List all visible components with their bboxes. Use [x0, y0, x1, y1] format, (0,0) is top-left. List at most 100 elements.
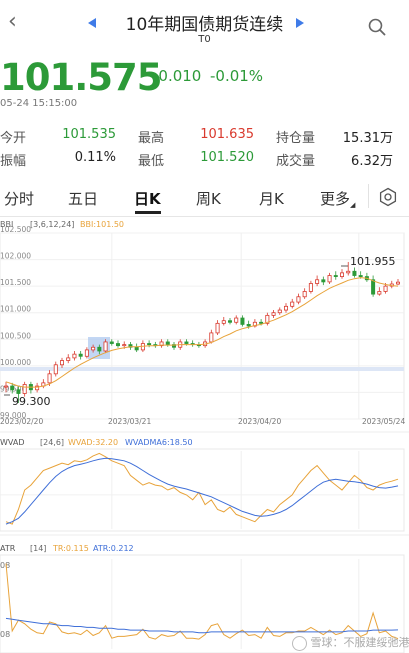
- candle-body: [97, 346, 102, 352]
- y-tick-label: 101.000: [0, 305, 31, 314]
- active-tab-indicator: [135, 211, 161, 214]
- watermark-text: 雪球：不服建绥弛港股: [310, 636, 409, 649]
- chart-settings-icon[interactable]: [378, 187, 398, 207]
- candle-body: [4, 385, 9, 388]
- wvad-value: WVAD:32.20: [68, 438, 118, 447]
- candle-body: [352, 270, 357, 276]
- stat-label-amplitude: 振幅: [0, 154, 27, 169]
- candle-body: [147, 343, 152, 345]
- candle-body: [308, 283, 313, 292]
- candle-body: [259, 321, 264, 324]
- candle-body: [60, 360, 65, 366]
- stat-label-volume: 成交量: [276, 154, 316, 169]
- stat-value-open-interest: 15.31万: [342, 131, 393, 146]
- search-icon[interactable]: [368, 18, 386, 36]
- candle-body: [122, 344, 127, 347]
- atr-name: ATR: [0, 544, 16, 553]
- candle-body: [321, 279, 326, 283]
- candle-body: [22, 384, 27, 394]
- candle-body: [116, 343, 121, 347]
- candle-body: [339, 272, 344, 277]
- y-tick-label: 102.000: [0, 252, 31, 261]
- caret-down-icon: ◢: [350, 201, 356, 209]
- candle-body: [315, 279, 320, 284]
- tr-line: [5, 563, 399, 640]
- xueqiu-logo-icon: [292, 635, 307, 651]
- highlight-band: [0, 367, 404, 371]
- x-tick-label: 2023/02/20: [0, 417, 43, 426]
- candle-body: [271, 312, 276, 316]
- main-indicator-params: [3,6,12,24]: [30, 220, 74, 229]
- atr-value: ATR:0.212: [93, 544, 134, 553]
- candlesticks: [4, 261, 400, 404]
- candle-body: [227, 320, 232, 323]
- stat-value-open: 101.535: [62, 127, 116, 142]
- x-tick-label: 2023/05/24: [362, 417, 405, 426]
- watermark: 雪球：不服建绥弛港股: [292, 634, 409, 651]
- bbi-value: BBI:101.50: [80, 220, 124, 229]
- tab-five-day[interactable]: 五日: [68, 188, 98, 209]
- atr-params: [14]: [30, 544, 46, 553]
- candle-body: [346, 270, 351, 274]
- candle-body: [290, 301, 295, 307]
- tab-intraday[interactable]: 分时: [4, 188, 34, 209]
- candle-body: [221, 320, 226, 324]
- wvad-line: [5, 452, 399, 525]
- high-label: 101.955: [350, 255, 396, 268]
- candle-body: [383, 285, 388, 292]
- candle-body: [134, 346, 139, 351]
- candle-body: [165, 341, 170, 345]
- candle-body: [16, 389, 21, 394]
- chart-area[interactable]: 102.500102.000101.500101.000100.500100.0…: [0, 217, 409, 653]
- atr-y-top: 08: [0, 561, 10, 570]
- quote-timestamp: 05-24 15:15:00: [0, 98, 78, 109]
- tab-divider: [368, 184, 369, 208]
- tab-more-label: 更多: [320, 190, 351, 208]
- candle-body: [277, 309, 282, 314]
- main-chart-grid: [0, 232, 404, 420]
- period-tabs: 分时 五日 日K 周K 月K 更多◢: [0, 182, 409, 212]
- main-chart-frame: [0, 232, 405, 420]
- candle-body: [377, 291, 382, 295]
- instrument-code: T0: [198, 34, 211, 45]
- price-change-percent: -0.01%: [210, 67, 264, 85]
- wvadma-value: WVADMA6:18.50: [125, 438, 193, 447]
- tab-more[interactable]: 更多◢: [320, 188, 355, 209]
- stat-value-amplitude: 0.11%: [74, 150, 116, 165]
- candle-body: [66, 357, 71, 361]
- last-price: 101.575: [0, 56, 163, 99]
- candle-body: [10, 385, 15, 391]
- candle-body: [395, 281, 400, 285]
- candle-body: [371, 279, 376, 295]
- candle-body: [358, 275, 363, 277]
- wvad-params: [24,6]: [40, 438, 64, 447]
- stat-value-volume: 6.32万: [351, 154, 393, 169]
- candle-body: [234, 317, 239, 323]
- candle-body: [184, 341, 189, 344]
- candle-body: [215, 322, 220, 334]
- low-label: 99.300: [12, 395, 51, 408]
- stat-label-low: 最低: [138, 154, 165, 169]
- wvad-grid: [0, 451, 404, 529]
- stat-label-high: 最高: [138, 131, 165, 146]
- tab-weekly-k[interactable]: 周K: [196, 188, 221, 209]
- tab-monthly-k[interactable]: 月K: [259, 188, 284, 209]
- candle-body: [53, 364, 58, 375]
- candle-body: [209, 332, 214, 343]
- wvad-name: WVAD: [0, 438, 25, 447]
- y-tick-label: 100.500: [0, 331, 31, 340]
- y-tick-label: 100.000: [0, 358, 31, 367]
- candle-body: [296, 296, 301, 303]
- price-change: -0.010: [153, 67, 202, 85]
- candle-body: [302, 291, 307, 298]
- wvad-frame: [0, 448, 405, 532]
- candle-body: [240, 317, 245, 325]
- next-instrument-icon[interactable]: [296, 18, 304, 28]
- main-indicator-name: BBI: [0, 220, 13, 229]
- candle-body: [72, 353, 77, 359]
- tab-daily-k[interactable]: 日K: [134, 188, 161, 209]
- candle-body: [283, 305, 288, 311]
- stat-value-low: 101.520: [200, 150, 254, 165]
- candle-body: [47, 373, 52, 384]
- x-tick-label: 2023/04/20: [238, 417, 281, 426]
